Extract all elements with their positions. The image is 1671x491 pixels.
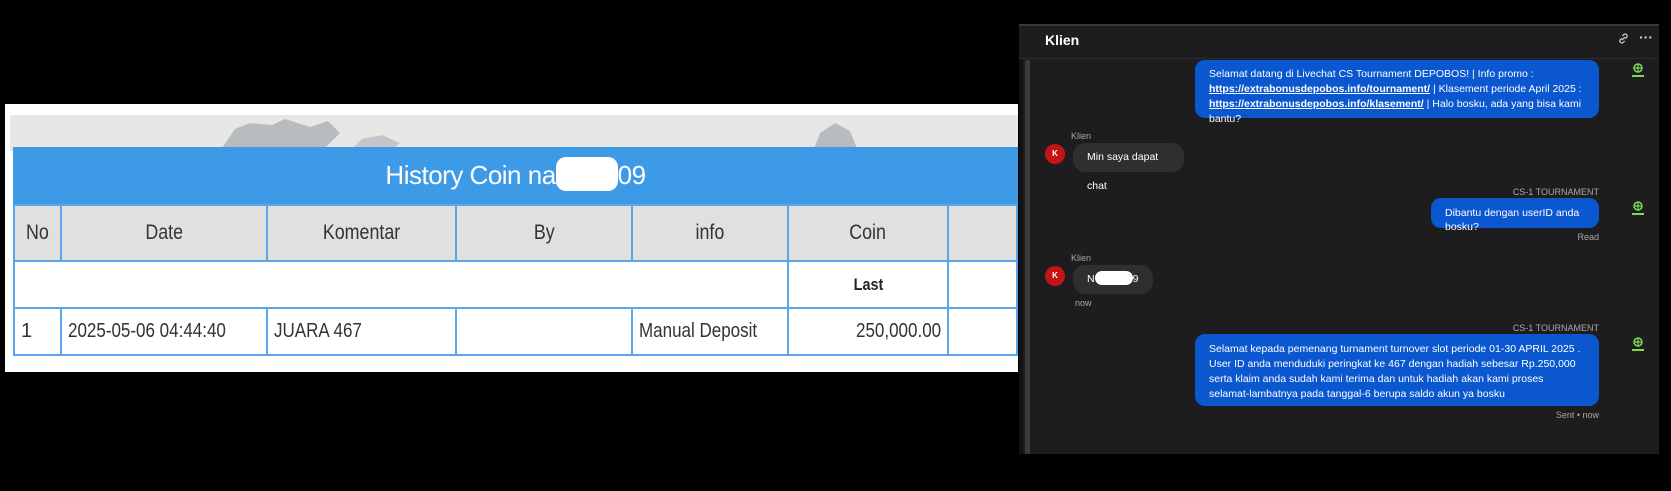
history-title-suffix: 09: [617, 160, 646, 190]
cs-bot-avatar: [1627, 334, 1649, 356]
column-header-extra: [946, 204, 1018, 262]
column-header-by: By: [455, 204, 634, 262]
history-title: History Coin na 09: [13, 147, 1018, 204]
table-subheader-row: Last: [12, 260, 1018, 309]
client-message: Min saya dapat chat: [1073, 143, 1184, 192]
message-time: now: [1075, 298, 1092, 308]
cell-komentar: JUARA 467: [266, 307, 458, 356]
column-header-date: Date: [59, 204, 269, 262]
cs-bot-avatar: [1627, 60, 1649, 82]
agent-message-welcome: Selamat datang di Livechat CS Tournament…: [1195, 60, 1599, 125]
cs-bot-avatar: [1627, 198, 1649, 220]
client-message-userid: N9: [1073, 265, 1153, 294]
cell-info: Manual Deposit: [631, 307, 790, 356]
read-status: Read: [1577, 232, 1599, 242]
agent-message-winner: Selamat kepada pemenang turnament turnov…: [1195, 334, 1599, 406]
world-map-graphic: [220, 119, 858, 151]
cell-no: 1: [13, 307, 62, 356]
subheader-last: Last: [787, 260, 949, 309]
history-title-prefix: History Coin na: [385, 160, 556, 190]
agent-sender-label: CS-1 TOURNAMENT: [1512, 323, 1599, 333]
tournament-link[interactable]: https://extrabonusdepobos.info/tournamen…: [1209, 83, 1430, 95]
map-background: [10, 115, 1018, 151]
chat-title: Klien: [1045, 32, 1080, 48]
agent-message-userid: Dibantu dengan userID anda bosku?: [1431, 198, 1599, 233]
client-sender-label: Klien: [1071, 253, 1092, 263]
subheader-empty: [12, 260, 790, 309]
livechat-panel: Klien ··· Selamat datang di Livechat CS …: [1019, 24, 1659, 454]
chat-header: Klien ···: [1019, 26, 1659, 59]
column-header-info: info: [631, 204, 790, 262]
klasement-link[interactable]: https://extrabonusdepobos.info/klasement…: [1209, 98, 1424, 110]
client-avatar: K: [1045, 144, 1065, 164]
client-sender-label: Klien: [1071, 131, 1092, 141]
agent-sender-label: CS-1 TOURNAMENT: [1512, 187, 1599, 197]
subheader-extra: [946, 260, 1018, 309]
column-header-no: No: [13, 204, 62, 262]
cell-extra: [946, 307, 1018, 356]
column-header-komentar: Komentar: [266, 204, 458, 262]
table-header-row: No Date Komentar By info Coin: [13, 204, 1018, 262]
cell-coin: 250,000.00: [787, 307, 949, 356]
cell-date: 2025-05-06 04:44:40: [59, 307, 269, 356]
client-avatar: K: [1045, 266, 1065, 286]
column-header-coin: Coin: [787, 204, 949, 262]
table-row: 1 2025-05-06 04:44:40 JUARA 467 Manual D…: [13, 307, 1018, 356]
redaction-mark: [1094, 271, 1133, 286]
cell-by: [455, 307, 634, 356]
chat-scrollbar[interactable]: [1025, 60, 1030, 454]
chat-side-stripe: [1019, 26, 1023, 454]
link-icon[interactable]: [1617, 32, 1630, 48]
history-coin-panel: History Coin na 09 No Date Komentar By in…: [5, 104, 1018, 372]
redaction-mark: [555, 157, 618, 192]
sent-status: Sent • now: [1555, 410, 1599, 420]
history-coin-table: No Date Komentar By info Coin Last 1 202…: [12, 204, 1018, 356]
more-options-icon[interactable]: ···: [1639, 29, 1653, 45]
